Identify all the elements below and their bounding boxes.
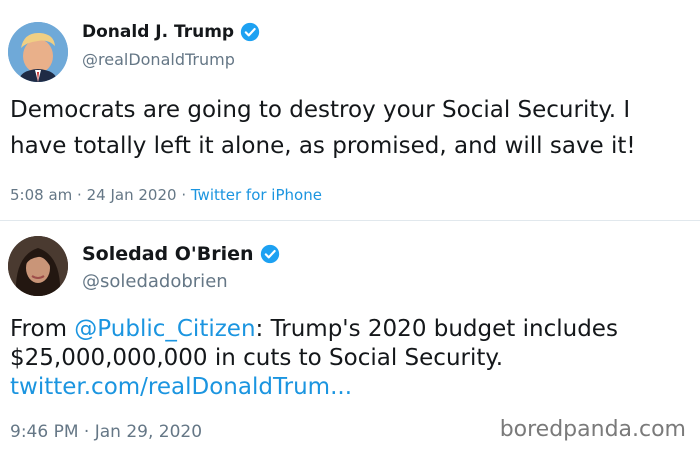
username[interactable]: @realDonaldTrump [82,50,235,69]
name-row: Donald J. Trump [82,22,260,42]
name-row: Soledad O'Brien [82,243,280,265]
display-name[interactable]: Soledad O'Brien [82,243,254,265]
text-prefix: From [10,316,75,342]
meta-separator: · [77,186,82,204]
tweet-date[interactable]: Jan 29, 2020 [95,422,202,442]
tweet-source-link[interactable]: Twitter for iPhone [191,186,322,204]
tweet-meta: 9:46 PM · Jan 29, 2020 [10,422,202,442]
tweet-text: From @Public_Citizen: Trump's 2020 budge… [10,315,690,402]
tweet-card-soledad[interactable]: Soledad O'Brien @soledadobrien From @Pub… [0,221,700,451]
avatar[interactable] [8,22,68,82]
tweet-time[interactable]: 5:08 am [10,186,72,204]
mention-link[interactable]: @Public_Citizen [74,316,255,342]
tweet-time[interactable]: 9:46 PM [10,422,79,442]
verified-badge-icon [240,22,260,42]
meta-separator: · [83,422,90,442]
avatar[interactable] [8,236,68,296]
watermark: boredpanda.com [499,417,686,442]
tweet-text: Democrats are going to destroy your Soci… [10,97,636,159]
verified-badge-icon [260,244,280,264]
tweet-date[interactable]: 24 Jan 2020 [87,186,177,204]
tweet-meta: 5:08 am · 24 Jan 2020 · Twitter for iPho… [10,186,322,204]
display-name[interactable]: Donald J. Trump [82,22,234,42]
meta-separator: · [181,186,187,204]
username[interactable]: @soledadobrien [82,271,228,292]
tweet-card-trump[interactable]: Donald J. Trump @realDonaldTrump Democra… [0,0,700,220]
url-link[interactable]: twitter.com/realDonaldTrum... [10,374,352,400]
